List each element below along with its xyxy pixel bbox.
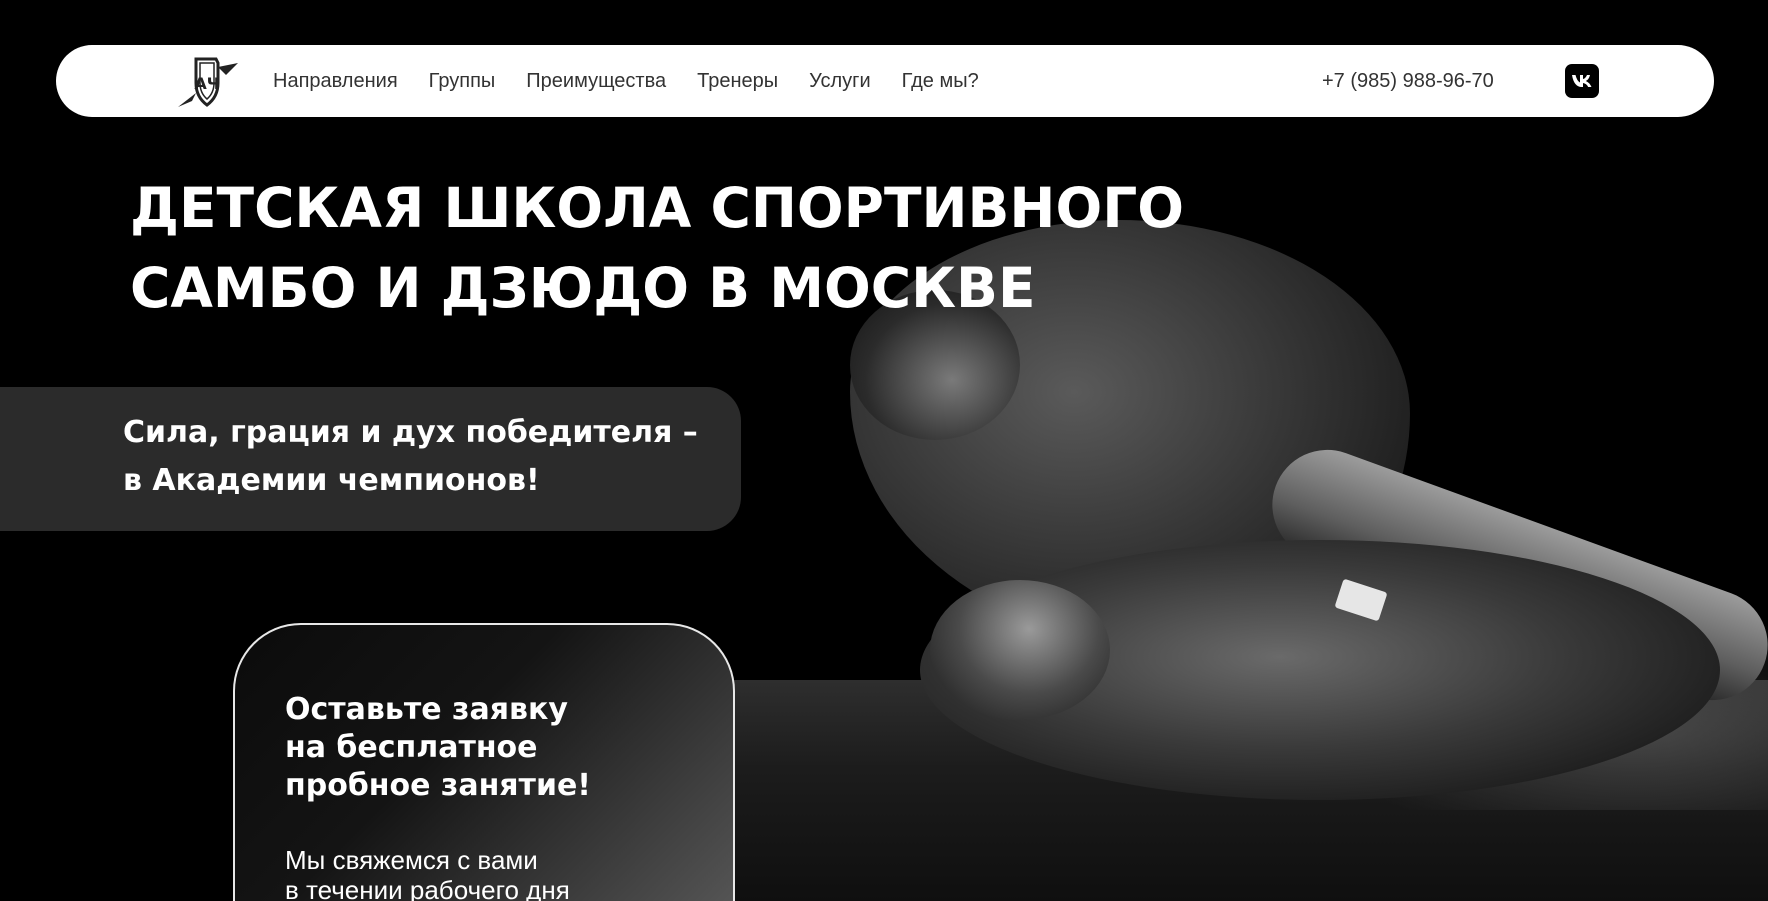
- form-title-line: Оставьте заявку: [285, 692, 568, 727]
- page-title: ДЕТСКАЯ ШКОЛА СПОРТИВНОГО САМБО И ДЗЮДО …: [130, 168, 1230, 328]
- form-description: Мы свяжемся с вами в течении рабочего дн…: [285, 845, 570, 901]
- form-title-line: пробное занятие!: [285, 768, 591, 803]
- page-title-line: САМБО И ДЗЮДО В МОСКВЕ: [130, 256, 1036, 320]
- bottom-wrestler-head: [930, 580, 1110, 720]
- slogan-box: Сила, грация и дух победителя – в Академ…: [0, 387, 741, 531]
- phone-link[interactable]: +7 (985) 988-96-70: [1322, 45, 1494, 117]
- nav-item-groups[interactable]: Группы: [429, 70, 496, 93]
- form-description-line: Мы свяжемся с вами: [285, 845, 538, 875]
- form-title-line: на бесплатное: [285, 730, 538, 765]
- main-nav: Направления Группы Преимущества Тренеры …: [273, 45, 979, 117]
- slogan-line: Сила, грация и дух победителя –: [123, 415, 698, 450]
- slogan-line: в Академии чемпионов!: [123, 463, 540, 498]
- nav-item-directions[interactable]: Направления: [273, 70, 398, 93]
- page: АЧ Направления Группы Преимущества Трене…: [0, 0, 1768, 901]
- form-description-line: в течении рабочего дня: [285, 875, 570, 901]
- trial-request-card: Оставьте заявку на бесплатное пробное за…: [233, 623, 735, 901]
- vk-icon[interactable]: [1565, 64, 1599, 98]
- page-title-line: ДЕТСКАЯ ШКОЛА СПОРТИВНОГО: [130, 176, 1185, 240]
- form-title: Оставьте заявку на бесплатное пробное за…: [285, 691, 591, 805]
- slogan: Сила, грация и дух победителя – в Академ…: [123, 409, 698, 505]
- nav-item-advantages[interactable]: Преимущества: [526, 70, 666, 93]
- shield-logo-icon[interactable]: АЧ: [172, 53, 244, 109]
- nav-item-services[interactable]: Услуги: [809, 70, 871, 93]
- nav-item-location[interactable]: Где мы?: [902, 70, 979, 93]
- svg-text:АЧ: АЧ: [194, 74, 219, 93]
- header-bar: АЧ Направления Группы Преимущества Трене…: [56, 45, 1714, 117]
- nav-item-coaches[interactable]: Тренеры: [697, 70, 778, 93]
